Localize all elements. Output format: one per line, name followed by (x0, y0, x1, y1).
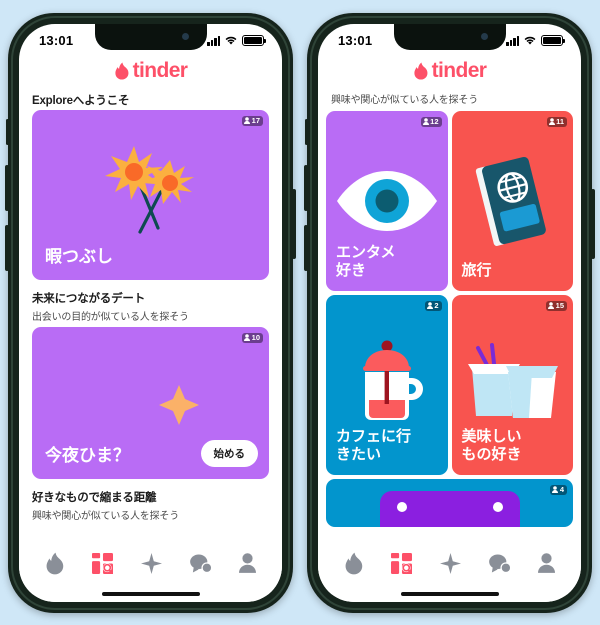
person-icon (244, 334, 251, 342)
badge-count: 10 (251, 333, 260, 342)
battery-icon (541, 35, 565, 46)
phone-right: 13:01 tinder 興味や関心が似ている人を探そう 12 エンタメ 好き … (304, 12, 595, 613)
front-camera-icon (480, 32, 488, 40)
tab-explore[interactable] (92, 552, 114, 574)
volume-up-button[interactable] (304, 164, 308, 211)
card-cafe-ni-ikitai[interactable]: 2 カフェに行 きたい (326, 294, 448, 475)
card-badge: 2 (424, 300, 442, 311)
section-subtitle-interests: 興味や関心が似ている人を探そう (331, 94, 478, 106)
interest-card-grid: 12 エンタメ 好き 11 旅行 2 カフェに行 きたい 15 美味しい もの好… (318, 110, 581, 475)
card-badge: 11 (546, 116, 567, 127)
brand-name: tinder (431, 58, 487, 82)
card-badge: 10 (242, 332, 263, 343)
phone-left-content: Exploreへようこそ 17 暇つぶし 未来につながるデート 出会いの目的が似… (19, 89, 282, 540)
section-subtitle-interests: 興味や関心が似ている人を探そう (32, 510, 179, 522)
tab-likes[interactable] (439, 552, 461, 574)
wifi-icon (225, 36, 237, 45)
volume-down-button[interactable] (5, 224, 9, 271)
silent-switch[interactable] (6, 118, 9, 145)
volume-up-button[interactable] (5, 164, 9, 211)
section-title-interests: 好きなもので縮まる距離 (32, 491, 157, 504)
card-label: カフェに行 きたい (336, 428, 412, 463)
badge-count: 17 (251, 116, 260, 125)
badge-count: 11 (556, 117, 564, 126)
tab-profile[interactable] (538, 553, 556, 573)
phone-left-screen: 13:01 tinder Exploreへようこそ 17 暇つぶし 未来につなが… (19, 23, 282, 602)
person-icon (552, 486, 559, 494)
brand-header: tinder (318, 54, 581, 89)
tab-messages[interactable] (189, 554, 212, 573)
power-button[interactable] (292, 188, 296, 259)
card-badge: 12 (420, 116, 442, 127)
power-button[interactable] (591, 188, 595, 259)
card-badge: 15 (546, 300, 567, 311)
card-entame-zuki[interactable]: 12 エンタメ 好き (326, 110, 448, 291)
game-controller-illustration (326, 479, 573, 527)
tab-profile[interactable] (239, 553, 257, 573)
phone-left: 13:01 tinder Exploreへようこそ 17 暇つぶし 未来につなが… (5, 12, 296, 613)
status-indicators (506, 35, 565, 46)
notch (393, 23, 506, 50)
wifi-icon (524, 36, 536, 45)
battery-icon (242, 35, 266, 46)
tab-explore[interactable] (391, 552, 413, 574)
volume-down-button[interactable] (304, 224, 308, 271)
tab-messages[interactable] (488, 554, 511, 573)
tab-bar (318, 539, 581, 586)
screenshot-stage: 13:01 tinder Exploreへようこそ 17 暇つぶし 未来につなが… (0, 0, 600, 625)
front-camera-icon (181, 32, 189, 40)
badge-count: 4 (559, 485, 564, 494)
badge-count: 15 (555, 301, 564, 310)
status-time: 13:01 (338, 33, 373, 48)
card-partial-gaming[interactable]: 4 (326, 478, 573, 527)
section-title-date: 未来につながるデート (32, 292, 145, 305)
tab-likes[interactable] (140, 552, 162, 574)
notch (94, 23, 207, 50)
card-label: 暇つぶし (45, 246, 113, 266)
status-indicators (207, 35, 266, 46)
badge-count: 12 (430, 117, 439, 126)
card-ryoko[interactable]: 11 旅行 (451, 110, 573, 291)
brand-name: tinder (132, 58, 188, 82)
tab-bar (19, 539, 282, 586)
phone-right-screen: 13:01 tinder 興味や関心が似ている人を探そう 12 エンタメ 好き … (318, 23, 581, 602)
person-icon (548, 118, 555, 126)
tab-discover[interactable] (344, 552, 364, 575)
card-oishii-mono-zuki[interactable]: 15 美味しい もの好き (451, 294, 573, 475)
phone-right-content: 興味や関心が似ている人を探そう 12 エンタメ 好き 11 旅行 2 カフェに行… (318, 89, 581, 540)
silent-switch[interactable] (305, 118, 308, 145)
card-label: 美味しい もの好き (461, 428, 522, 463)
section-subtitle-date: 出会いの目的が似ている人を探そう (32, 311, 189, 323)
card-label: 今夜ひま？ (45, 445, 130, 465)
brand-header: tinder (19, 54, 282, 89)
person-icon (422, 118, 429, 126)
card-badge: 4 (550, 484, 567, 495)
flame-icon (414, 61, 428, 80)
cellular-signal-icon (207, 35, 220, 46)
home-indicator (318, 585, 581, 602)
tab-discover[interactable] (45, 552, 65, 575)
person-icon (548, 302, 555, 310)
flame-icon (115, 61, 129, 80)
card-hima-tsubushi[interactable]: 17 暇つぶし (32, 109, 269, 280)
person-icon (426, 302, 433, 310)
home-indicator (19, 585, 282, 602)
card-label: エンタメ 好き (336, 244, 396, 279)
status-time: 13:01 (39, 33, 74, 48)
section-title-explore: Exploreへようこそ (32, 94, 130, 107)
start-button[interactable]: 始める (200, 439, 258, 467)
card-badge: 17 (242, 115, 263, 126)
card-label: 旅行 (461, 261, 492, 279)
badge-count: 2 (434, 301, 439, 310)
cellular-signal-icon (506, 35, 519, 46)
card-konya-hima[interactable]: 10 今夜ひま？ 始める (32, 326, 269, 479)
person-icon (244, 117, 251, 125)
